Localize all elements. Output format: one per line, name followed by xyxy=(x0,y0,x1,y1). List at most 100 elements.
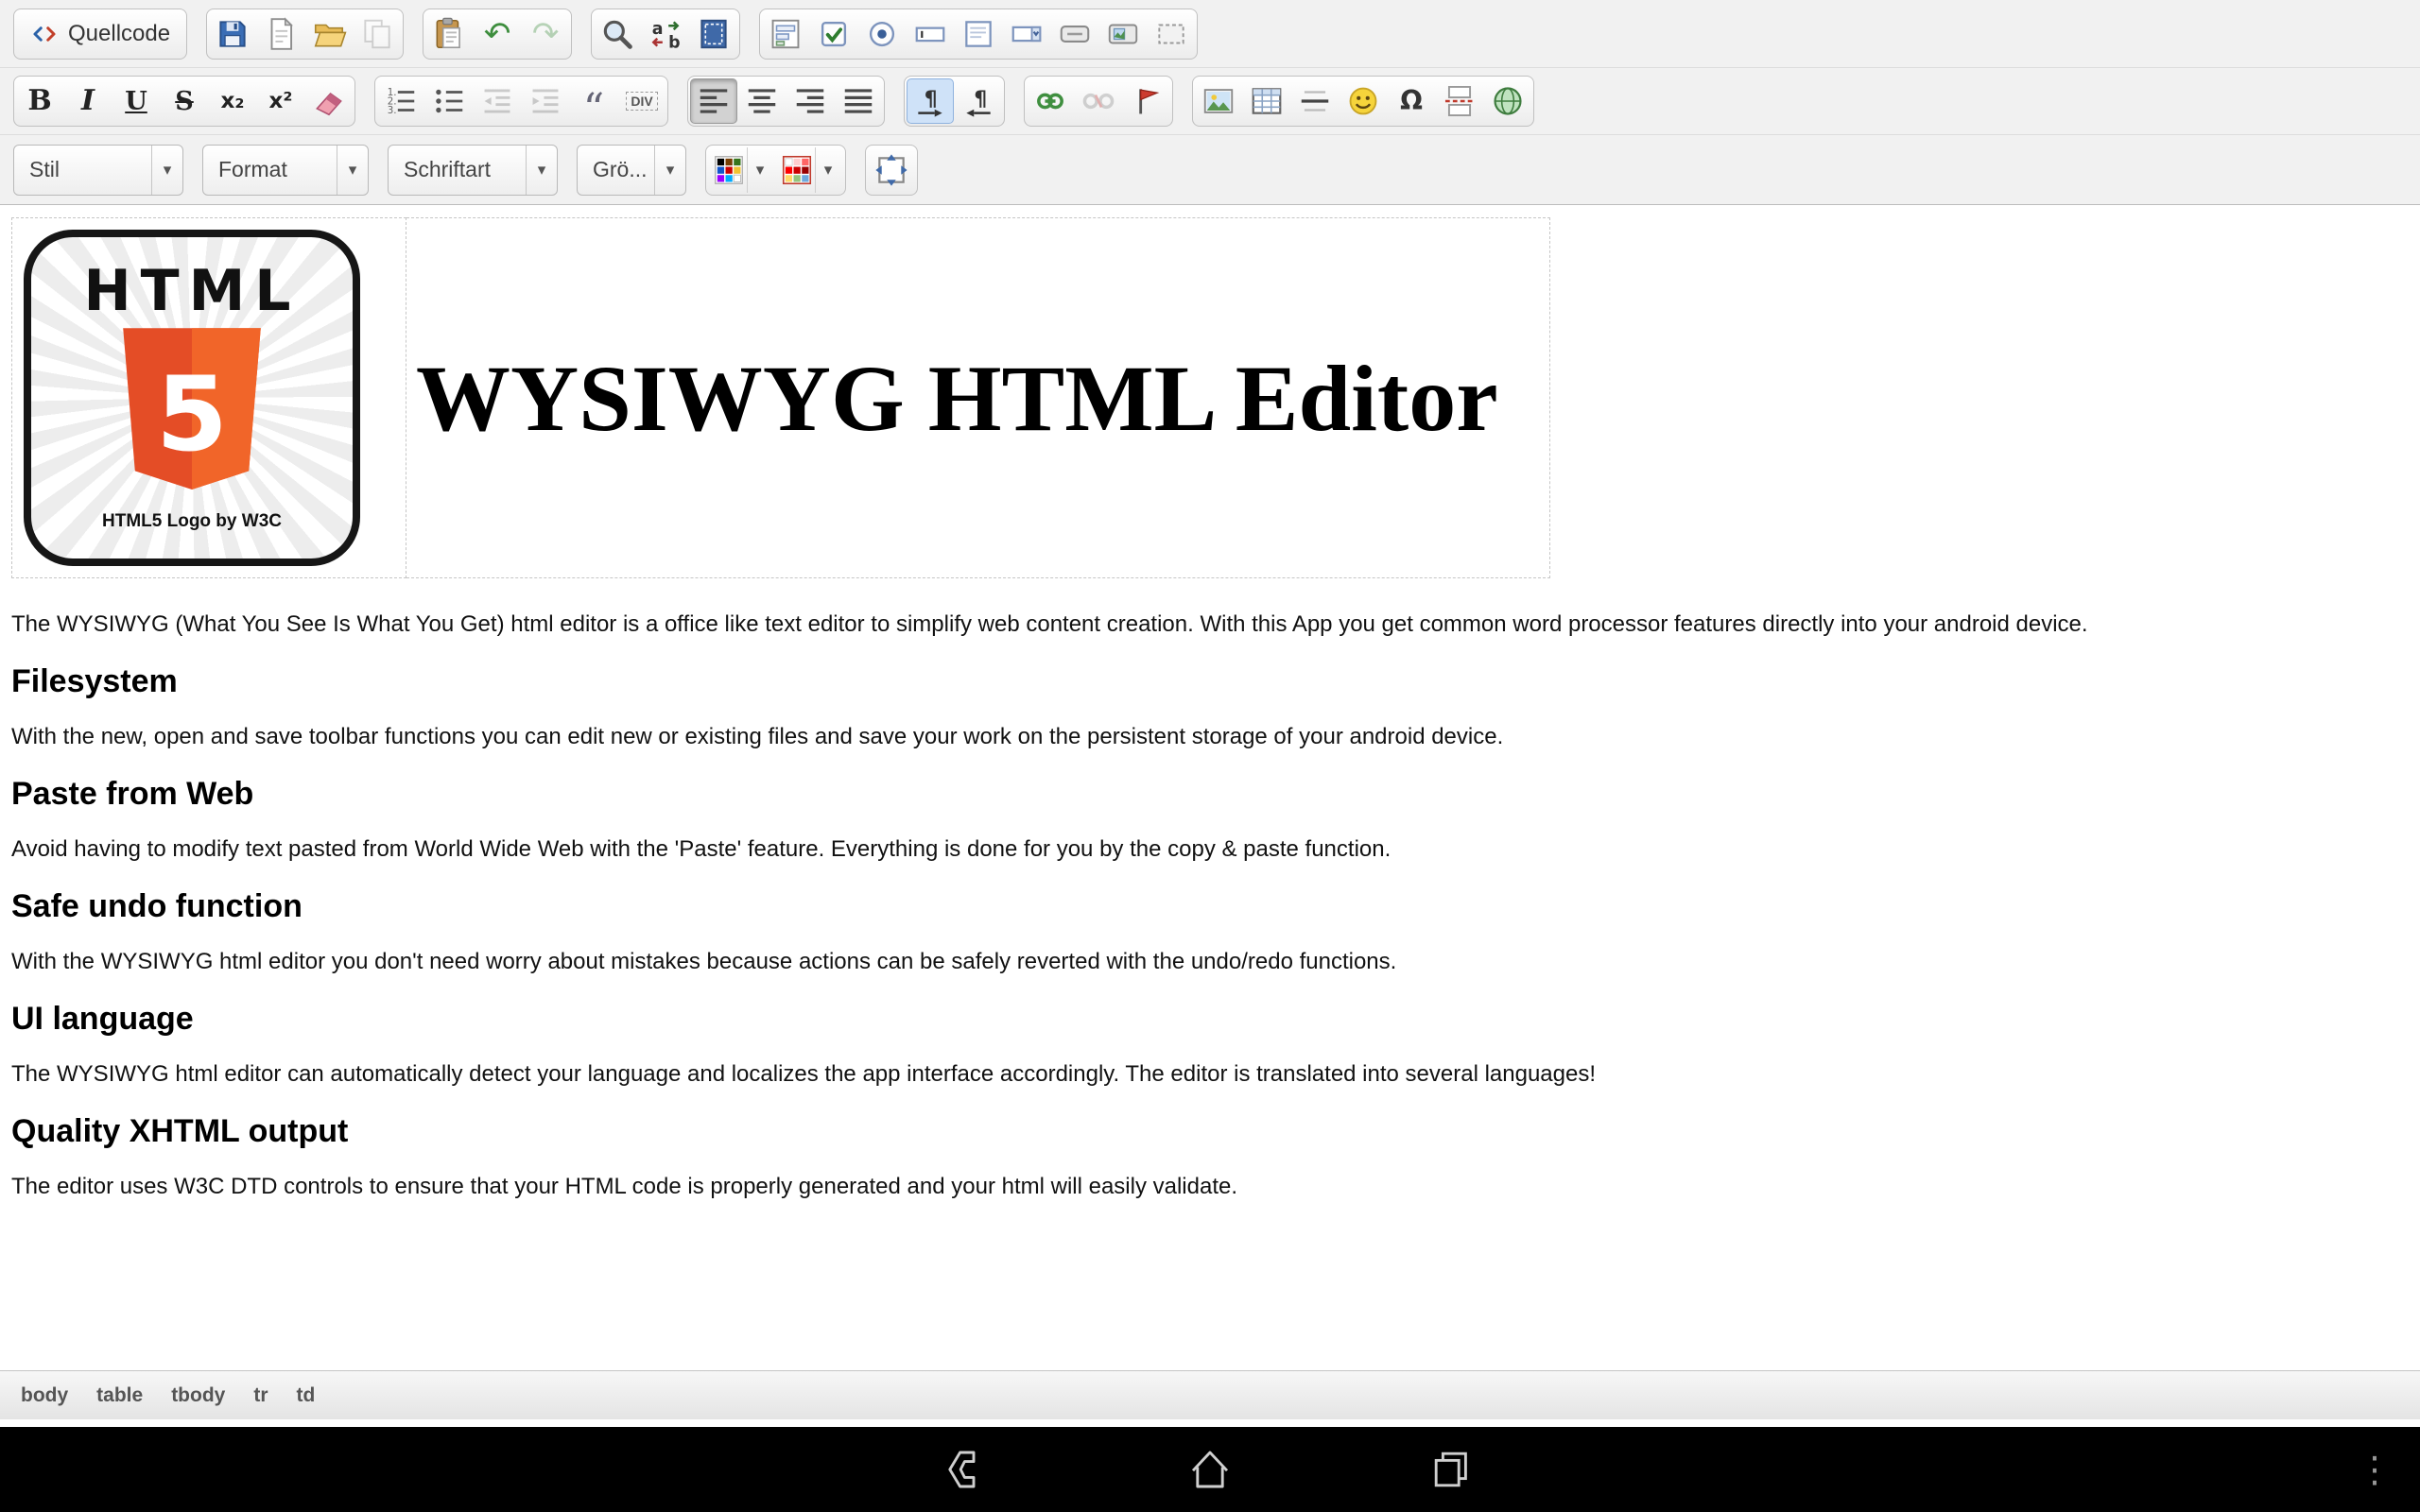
recents-button[interactable] xyxy=(1426,1443,1478,1496)
section-paragraph-paste[interactable]: Avoid having to modify text pasted from … xyxy=(11,835,2409,864)
editor-content[interactable]: HTML 5 HTML5 Logo by W3C WYSIWYG HTML Ed… xyxy=(0,206,2420,1370)
justify-button[interactable] xyxy=(835,78,882,124)
section-heading-filesystem[interactable]: Filesystem xyxy=(11,663,2409,700)
document-title[interactable]: WYSIWYG HTML Editor xyxy=(416,344,1546,453)
align-right-button[interactable] xyxy=(786,78,834,124)
format-dropdown[interactable]: Format ▾ xyxy=(202,145,369,196)
insert-button-button[interactable] xyxy=(1051,11,1098,57)
anchor-button[interactable] xyxy=(1123,78,1170,124)
chevron-down-icon: ▾ xyxy=(337,146,368,195)
link-icon xyxy=(1032,83,1068,119)
smiley-button[interactable] xyxy=(1340,78,1387,124)
replace-button[interactable] xyxy=(642,11,689,57)
create-div-button[interactable]: DIV xyxy=(618,78,666,124)
logo-cell[interactable]: HTML 5 HTML5 Logo by W3C xyxy=(12,218,406,578)
select-all-button[interactable] xyxy=(690,11,737,57)
links-group xyxy=(1024,76,1173,127)
overflow-menu-icon: ⋮ xyxy=(2357,1449,2393,1490)
find-button[interactable] xyxy=(594,11,641,57)
textarea-icon xyxy=(960,16,996,52)
section-paragraph-xhtml[interactable]: The editor uses W3C DTD controls to ensu… xyxy=(11,1173,2409,1201)
insert-hidden-field-button[interactable] xyxy=(1148,11,1195,57)
horizontal-rule-button[interactable] xyxy=(1291,78,1339,124)
new-page-button[interactable] xyxy=(257,11,304,57)
section-paragraph-filesystem[interactable]: With the new, open and save toolbar func… xyxy=(11,723,2409,751)
text-color-button[interactable]: ▾ xyxy=(708,147,775,193)
italic-button[interactable]: I xyxy=(64,78,112,124)
open-button[interactable] xyxy=(305,11,353,57)
section-heading-undo[interactable]: Safe undo function xyxy=(11,888,2409,925)
undo-button[interactable]: ↶ xyxy=(474,11,521,57)
chevron-down-icon: ▾ xyxy=(654,146,685,195)
insert-textarea-button[interactable] xyxy=(955,11,1002,57)
font-dropdown[interactable]: Schriftart ▾ xyxy=(388,145,558,196)
remove-format-button[interactable] xyxy=(305,78,353,124)
tools-group xyxy=(865,145,918,196)
align-center-button[interactable] xyxy=(738,78,786,124)
insert-checkbox-button[interactable] xyxy=(810,11,857,57)
underline-button[interactable]: U xyxy=(112,78,160,124)
path-item-tbody[interactable]: tbody xyxy=(171,1384,225,1407)
section-heading-xhtml[interactable]: Quality XHTML output xyxy=(11,1113,2409,1150)
path-item-table[interactable]: table xyxy=(96,1384,143,1407)
bidi-ltr-button[interactable] xyxy=(907,78,954,124)
unlink-button[interactable] xyxy=(1075,78,1122,124)
superscript-button[interactable]: x² xyxy=(257,78,304,124)
table-button[interactable] xyxy=(1243,78,1290,124)
section-paragraph-undo[interactable]: With the WYSIWYG html editor you don't n… xyxy=(11,948,2409,976)
insert-text-field-button[interactable] xyxy=(907,11,954,57)
intro-paragraph[interactable]: The WYSIWYG (What You See Is What You Ge… xyxy=(11,610,2409,639)
iframe-button[interactable] xyxy=(1484,78,1531,124)
overflow-menu-button[interactable]: ⋮ xyxy=(2356,1443,2394,1496)
image-button[interactable] xyxy=(1195,78,1242,124)
insert-group: Ω xyxy=(1192,76,1534,127)
link-button[interactable] xyxy=(1027,78,1074,124)
path-item-td[interactable]: td xyxy=(297,1384,316,1407)
bulleted-list-button[interactable] xyxy=(425,78,473,124)
special-char-button[interactable]: Ω xyxy=(1388,78,1435,124)
path-item-tr[interactable]: tr xyxy=(253,1384,268,1407)
bidi-rtl-button[interactable] xyxy=(955,78,1002,124)
size-dropdown-label: Grö... xyxy=(578,157,654,182)
bold-button[interactable]: B xyxy=(16,78,63,124)
blockquote-button[interactable]: “ xyxy=(570,78,617,124)
svg-text:5: 5 xyxy=(156,354,228,474)
form-icon xyxy=(768,16,804,52)
title-cell[interactable]: WYSIWYG HTML Editor xyxy=(406,218,1550,578)
style-dropdown[interactable]: Stil ▾ xyxy=(13,145,183,196)
source-button[interactable]: Quellcode xyxy=(16,11,184,57)
outdent-button[interactable] xyxy=(474,78,521,124)
find-group xyxy=(591,9,740,60)
anchor-icon xyxy=(1129,83,1165,119)
insert-radio-button[interactable] xyxy=(858,11,906,57)
subscript-button[interactable]: x₂ xyxy=(209,78,256,124)
source-icon xyxy=(30,20,59,48)
back-button[interactable] xyxy=(942,1443,994,1496)
insert-image-button-button[interactable] xyxy=(1099,11,1147,57)
maximize-button[interactable] xyxy=(868,147,915,193)
path-item-body[interactable]: body xyxy=(21,1384,68,1407)
insert-form-button[interactable] xyxy=(762,11,809,57)
align-left-button[interactable] xyxy=(690,78,737,124)
section-heading-paste[interactable]: Paste from Web xyxy=(11,776,2409,813)
section-paragraph-language[interactable]: The WYSIWYG html editor can automaticall… xyxy=(11,1060,2409,1089)
html5-logo-image[interactable]: HTML 5 HTML5 Logo by W3C xyxy=(24,230,360,566)
size-dropdown[interactable]: Grö... ▾ xyxy=(577,145,686,196)
home-button[interactable] xyxy=(1184,1443,1236,1496)
replace-icon xyxy=(648,16,683,52)
save-button[interactable] xyxy=(209,11,256,57)
indent-button[interactable] xyxy=(522,78,569,124)
html5-logo-word: HTML xyxy=(31,258,353,324)
page-break-button[interactable] xyxy=(1436,78,1483,124)
copy-button[interactable] xyxy=(354,11,401,57)
redo-button[interactable]: ↷ xyxy=(522,11,569,57)
open-icon xyxy=(311,16,347,52)
insert-select-button[interactable] xyxy=(1003,11,1050,57)
strikethrough-button[interactable]: S xyxy=(161,78,208,124)
bg-color-button[interactable]: ▾ xyxy=(776,147,843,193)
section-heading-language[interactable]: UI language xyxy=(11,1001,2409,1038)
chevron-down-icon: ▾ xyxy=(747,147,772,193)
checkbox-icon xyxy=(816,16,852,52)
numbered-list-button[interactable] xyxy=(377,78,424,124)
paste-button[interactable] xyxy=(425,11,473,57)
